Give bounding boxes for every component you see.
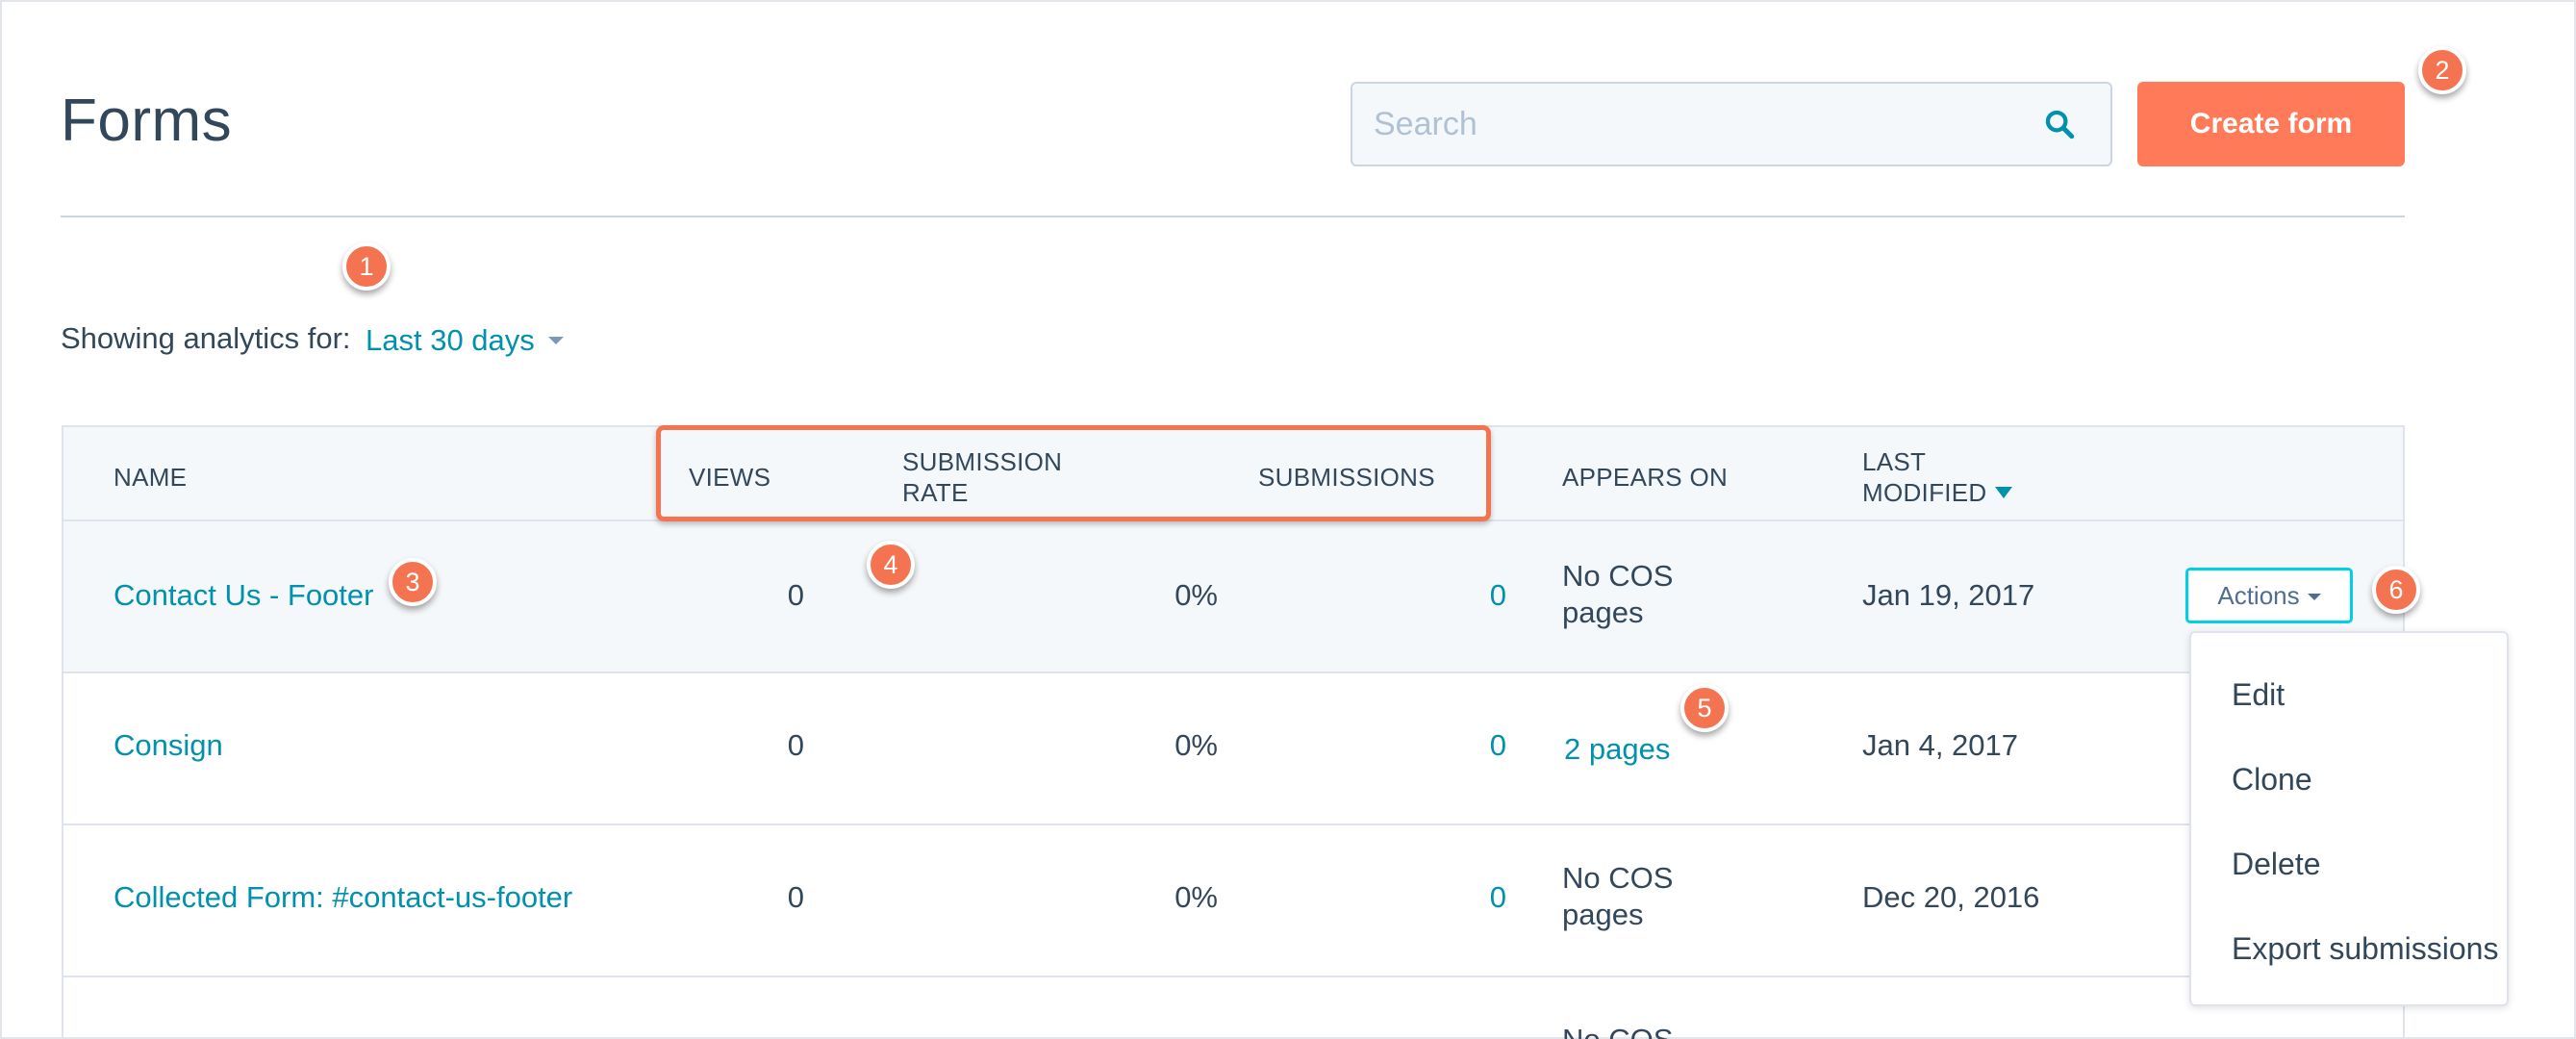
appears-on-value: No COS pages bbox=[1562, 860, 1673, 933]
sort-desc-caret-icon[interactable] bbox=[1994, 487, 2012, 498]
appears-on-line1: No COS bbox=[1562, 861, 1674, 895]
header-divider bbox=[61, 215, 2405, 217]
table-row: Collected Form: #contact-us-footer 0 0% … bbox=[63, 825, 2403, 977]
form-name-link[interactable]: Contact Us - Footer bbox=[114, 577, 373, 614]
callout-badge-6: 6 bbox=[2372, 566, 2420, 614]
appears-on-value: No COS bbox=[1562, 1022, 1673, 1039]
search-icon[interactable] bbox=[2043, 108, 2076, 140]
column-header-last-modified[interactable]: LAST MODIFIED bbox=[1862, 446, 2012, 508]
metrics-highlight-box bbox=[656, 425, 1491, 521]
callout-badge-1: 1 bbox=[342, 242, 391, 291]
actions-button[interactable]: Actions bbox=[2185, 568, 2353, 623]
views-value: 0 bbox=[787, 578, 804, 612]
menu-item-delete[interactable]: Delete bbox=[2232, 847, 2321, 882]
menu-item-edit[interactable]: Edit bbox=[2232, 677, 2285, 713]
column-header-appears-on[interactable]: APPEARS ON bbox=[1562, 462, 1728, 493]
submissions-link[interactable]: 0 bbox=[1391, 727, 1506, 764]
submission-rate-value: 0% bbox=[1174, 728, 1218, 762]
appears-on-value: No COS pages bbox=[1562, 558, 1673, 631]
menu-item-export-submissions[interactable]: Export submissions bbox=[2232, 931, 2498, 967]
callout-badge-5: 5 bbox=[1680, 684, 1729, 732]
views-value: 0 bbox=[787, 728, 804, 762]
table-row: No COS bbox=[63, 977, 2403, 1039]
appears-on-line1: No COS bbox=[1562, 559, 1674, 593]
views-value: 0 bbox=[787, 880, 804, 914]
search-input[interactable] bbox=[1374, 84, 2028, 165]
column-header-name[interactable]: NAME bbox=[114, 462, 187, 493]
menu-item-clone[interactable]: Clone bbox=[2232, 762, 2312, 798]
analytics-label: Showing analytics for: bbox=[61, 321, 351, 355]
analytics-range-dropdown[interactable]: Last 30 days bbox=[366, 323, 535, 358]
table-row: Consign 0 0% 0 2 pages Jan 4, 2017 bbox=[63, 673, 2403, 825]
form-name-link[interactable]: Consign bbox=[114, 727, 223, 764]
column-header-last-modified-line2: MODIFIED bbox=[1862, 478, 1987, 507]
appears-on-link[interactable]: 2 pages bbox=[1564, 731, 1670, 768]
last-modified-value: Jan 4, 2017 bbox=[1862, 728, 2019, 762]
callout-badge-2: 2 bbox=[2418, 46, 2466, 94]
create-form-button[interactable]: Create form bbox=[2137, 82, 2405, 166]
callout-badge-4: 4 bbox=[867, 541, 915, 589]
last-modified-value: Jan 19, 2017 bbox=[1862, 578, 2035, 612]
submission-rate-value: 0% bbox=[1174, 578, 1218, 612]
page-title: Forms bbox=[61, 88, 233, 154]
submissions-link[interactable]: 0 bbox=[1391, 577, 1506, 614]
search-box[interactable] bbox=[1351, 82, 2112, 166]
column-header-last-modified-line1: LAST bbox=[1862, 447, 1927, 476]
caret-down-icon bbox=[2307, 594, 2321, 600]
actions-label: Actions bbox=[2217, 581, 2300, 610]
appears-on-line2: pages bbox=[1562, 898, 1644, 931]
caret-down-icon[interactable] bbox=[548, 337, 564, 344]
form-name-link[interactable]: Collected Form: #contact-us-footer bbox=[114, 879, 572, 916]
submission-rate-value: 0% bbox=[1174, 880, 1218, 914]
callout-badge-3: 3 bbox=[389, 558, 437, 606]
submissions-link[interactable]: 0 bbox=[1391, 879, 1506, 916]
appears-on-line2: pages bbox=[1562, 596, 1644, 629]
actions-menu: Edit Clone Delete Export submissions bbox=[2189, 631, 2509, 1006]
last-modified-value: Dec 20, 2016 bbox=[1862, 880, 2040, 914]
